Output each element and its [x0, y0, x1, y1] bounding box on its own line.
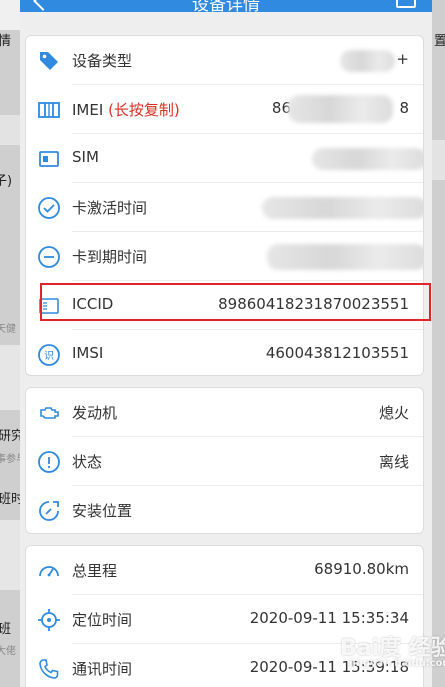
- redacted-value: [312, 148, 423, 170]
- page-title: 设备详情: [192, 0, 260, 15]
- redacted-value: [288, 95, 393, 123]
- row-label: SIM: [72, 148, 99, 166]
- wrench-icon: [39, 501, 59, 521]
- row-label: 总里程: [72, 562, 118, 580]
- baidu-watermark: Bai度 经验 jingyan.baidu.com: [340, 630, 445, 669]
- row-label: 定位时间: [72, 611, 133, 629]
- iccid-highlight-box: [40, 283, 431, 321]
- redacted-value: [267, 244, 423, 270]
- row-label: 发动机: [72, 404, 118, 422]
- sim-card-icon: [39, 151, 59, 167]
- info-circle-icon: [38, 451, 60, 473]
- redacted-value: [262, 197, 423, 219]
- watermark-url: jingyan.baidu.com: [348, 658, 445, 669]
- background-page-left: 情 子) 天健 研究 事参与 班时 班 大佬: [0, 0, 20, 687]
- row-label: 设备类型: [72, 52, 133, 70]
- bg-text: 置: [434, 34, 445, 49]
- bg-text: 事参与: [0, 454, 20, 465]
- row-card-activation: 卡激活时间: [26, 183, 423, 232]
- row-install-location[interactable]: 安装位置: [26, 486, 423, 533]
- bg-text: 天健: [0, 324, 16, 335]
- device-info-card: 设备类型 + IMEI (长按复制) 86 8 SIM 卡激活时间 卡到期时间 …: [25, 35, 424, 376]
- row-engine: 发动机 熄火: [26, 388, 423, 437]
- check-circle-icon: [38, 197, 60, 219]
- row-sim: SIM: [26, 134, 423, 183]
- vehicle-status-card: 发动机 熄火 状态 离线 安装位置: [25, 387, 424, 534]
- tag-icon: [40, 52, 58, 70]
- row-label: 安装位置: [72, 502, 133, 520]
- row-label: IMSI: [72, 344, 104, 362]
- engine-icon: [40, 407, 59, 419]
- device-detail-panel: 设备详情 设备类型 + IMEI (长按复制) 86 8 SIM 卡激活时间 卡…: [20, 0, 432, 687]
- row-imsi: 识 IMSI 460043812103551: [26, 330, 423, 375]
- row-value: 460043812103551: [265, 344, 409, 362]
- minus-circle-icon: [38, 246, 60, 268]
- row-label: 卡到期时间: [72, 248, 148, 266]
- phone-icon: [39, 659, 59, 679]
- id-circle-icon: 识: [38, 344, 60, 366]
- row-device-type: 设备类型 +: [26, 36, 423, 85]
- row-label: 通讯时间: [72, 660, 133, 678]
- crosshair-icon: [38, 609, 60, 631]
- row-label: 卡激活时间: [72, 199, 148, 217]
- row-value-suffix: 8: [399, 99, 409, 117]
- row-label: IMEI (长按复制): [72, 101, 180, 119]
- copy-hint: (长按复制): [108, 101, 180, 119]
- row-value: 2020-09-11 15:35:34: [249, 609, 409, 627]
- row-value: 离线: [378, 453, 409, 471]
- svg-text:识: 识: [44, 350, 54, 362]
- bg-text: 班: [0, 622, 12, 637]
- row-value: 熄火: [378, 404, 409, 422]
- barcode-icon: [38, 102, 60, 118]
- row-status: 状态 离线: [26, 437, 423, 486]
- row-value: 68910.80km: [314, 560, 409, 578]
- bg-text: 大佬: [0, 646, 16, 657]
- square-icon[interactable]: [396, 0, 416, 8]
- row-card-expiry: 卡到期时间: [26, 232, 423, 281]
- bg-text: 情: [0, 34, 12, 49]
- row-imei[interactable]: IMEI (长按复制) 86 8: [26, 85, 423, 134]
- bg-text: 研究: [0, 429, 20, 444]
- row-mileage: 总里程 68910.80km: [26, 546, 423, 595]
- row-label: 状态: [72, 453, 103, 471]
- background-page-right: 置: [432, 0, 445, 687]
- bg-text: 子): [0, 174, 13, 189]
- header-bar: 设备详情: [20, 0, 432, 15]
- row-value: +: [396, 50, 409, 68]
- redacted-value: [340, 50, 395, 72]
- speedometer-icon: [39, 566, 59, 577]
- bg-text: 班时: [0, 492, 20, 507]
